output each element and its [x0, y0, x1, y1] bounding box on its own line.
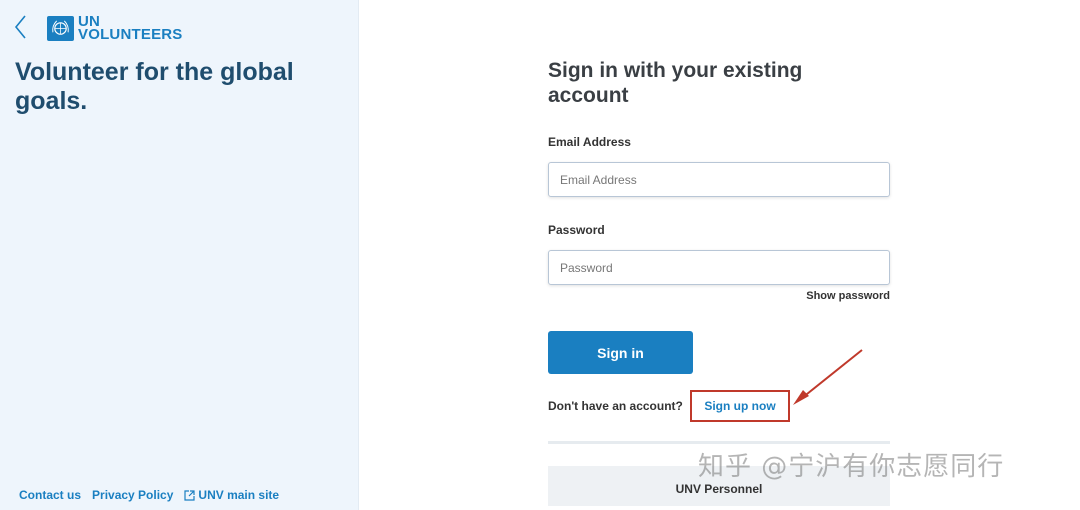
footer-links: Contact us Privacy Policy UNV main site — [19, 488, 279, 502]
logo-line2: VOLUNTEERS — [78, 26, 183, 43]
unv-main-site-label: UNV main site — [198, 488, 280, 502]
email-field[interactable] — [548, 162, 890, 197]
tagline: Volunteer for the global goals. — [15, 58, 294, 115]
un-volunteers-logo[interactable]: UN VOLUNTEERS — [47, 14, 183, 42]
divider — [548, 441, 890, 444]
sign-in-form: Sign in with your existing account Email… — [548, 58, 890, 506]
show-password-button[interactable]: Show password — [806, 290, 890, 302]
left-panel: UN VOLUNTEERS Volunteer for the global g… — [0, 0, 359, 510]
email-label: Email Address — [548, 135, 631, 149]
password-field[interactable] — [548, 250, 890, 285]
no-account-text: Don't have an account? — [548, 399, 683, 413]
logo-text: UN VOLUNTEERS — [78, 14, 183, 43]
watermark: 知乎 @宁沪有你志愿同行 — [698, 452, 1005, 482]
form-heading: Sign in with your existing account — [548, 59, 803, 107]
external-link-icon — [184, 489, 196, 501]
privacy-policy-link[interactable]: Privacy Policy — [92, 488, 173, 502]
back-button[interactable] — [10, 14, 34, 42]
chevron-left-icon — [14, 15, 26, 39]
sign-up-now-link[interactable]: Sign up now — [690, 390, 790, 422]
sign-up-now-label: Sign up now — [704, 399, 776, 413]
sign-in-button[interactable]: Sign in — [548, 331, 693, 374]
contact-us-link[interactable]: Contact us — [19, 488, 81, 502]
un-emblem-icon — [47, 15, 74, 41]
annotation-arrow-icon — [793, 349, 863, 405]
unv-main-site-link[interactable]: UNV main site — [184, 488, 279, 502]
password-label: Password — [548, 223, 605, 237]
